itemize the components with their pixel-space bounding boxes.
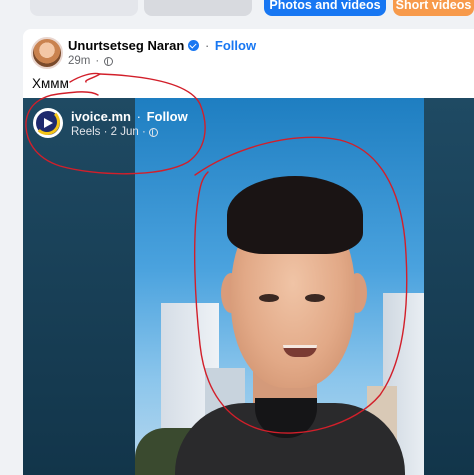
person-eye [259, 294, 279, 302]
post-header: Unurtsetseg Naran · Follow [68, 38, 256, 53]
photos-videos-label: Photos and videos [269, 0, 381, 12]
person-hair [227, 176, 363, 254]
composer-placeholder-button[interactable] [30, 0, 138, 16]
reel-header: ivoice.mn · Follow [71, 109, 188, 124]
photos-videos-button[interactable]: Photos and videos [264, 0, 386, 16]
reel-meta: Reels · 2 Jun · [71, 126, 158, 138]
separator: · [136, 109, 141, 124]
author-avatar[interactable] [31, 37, 63, 69]
globe-icon[interactable] [104, 56, 114, 66]
reel-video[interactable] [135, 98, 424, 475]
short-videos-label: Short videos [395, 0, 472, 12]
reel-author-name[interactable]: ivoice.mn [71, 109, 131, 124]
shared-reel[interactable]: ivoice.mn · Follow Reels · 2 Jun · [23, 98, 474, 475]
separator: · [95, 55, 100, 67]
reel-meta-text[interactable]: Reels · 2 Jun · [71, 126, 146, 138]
verified-badge-icon [188, 40, 200, 51]
reel-page-avatar[interactable] [33, 108, 63, 138]
composer-placeholder-button[interactable] [144, 0, 252, 16]
separator: · [204, 38, 210, 53]
post-meta: 29m · [68, 55, 114, 67]
reel-follow-button[interactable]: Follow [147, 109, 188, 124]
post-text: Хммм [32, 76, 69, 91]
play-icon [44, 118, 53, 128]
person-eye [305, 294, 325, 302]
globe-icon[interactable] [148, 127, 158, 137]
post-time[interactable]: 29m [68, 55, 90, 67]
post-card: Unurtsetseg Naran · Follow 29m · Хммм iv… [23, 29, 474, 475]
author-name[interactable]: Unurtsetseg Naran [68, 38, 184, 53]
composer-actions: Photos and videos Short videos [0, 0, 474, 20]
short-videos-button[interactable]: Short videos [393, 0, 474, 16]
follow-button[interactable]: Follow [215, 38, 256, 53]
